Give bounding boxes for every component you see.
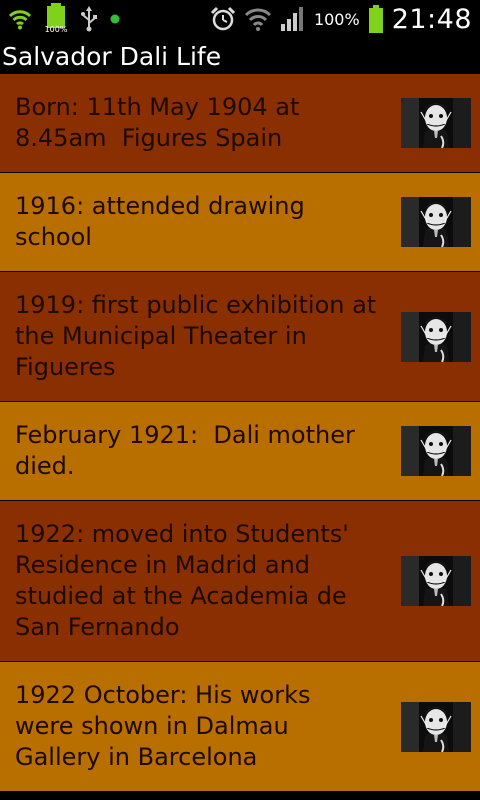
usb-icon: [80, 6, 98, 32]
timeline-item-text: 1922: moved into Students' Residence in …: [15, 520, 349, 641]
wifi-icon: [8, 8, 32, 30]
timeline-list[interactable]: Born: 11th May 1904 at 8.45am Figures Sp…: [0, 74, 480, 800]
timeline-item[interactable]: 1922 October: His works were shown in Da…: [0, 662, 480, 792]
app-title: Salvador Dali Life: [2, 41, 222, 71]
dali-portrait-thumbnail: [401, 311, 471, 362]
app-title-bar: Salvador Dali Life: [0, 38, 480, 74]
clock: 21:48: [391, 3, 472, 35]
timeline-item-text: 1916: attended drawing school: [15, 192, 305, 251]
timeline-item-text: February 1921: Dali mother died.: [15, 421, 355, 480]
dali-portrait-thumbnail: [401, 556, 471, 606]
dali-portrait-thumbnail: [401, 426, 471, 476]
cell-signal-icon: [280, 6, 306, 32]
timeline-item[interactable]: Born: 11th May 1904 at 8.45am Figures Sp…: [0, 74, 480, 173]
dali-portrait-thumbnail: [401, 197, 471, 247]
timeline-item[interactable]: February 1921: Dali mother died.: [0, 402, 480, 501]
battery-icon: [368, 5, 384, 33]
timeline-item-text: Born: 11th May 1904 at 8.45am Figures Sp…: [15, 93, 300, 152]
wifi-signal-icon: [244, 6, 272, 32]
timeline-item[interactable]: 1919: first public exhibition at the Mun…: [0, 272, 480, 402]
timeline-item[interactable]: 1922: moved into Students' Residence in …: [0, 501, 480, 662]
timeline-item-text: 1919: first public exhibition at the Mun…: [15, 291, 377, 381]
battery-charging-icon: 100%: [42, 2, 70, 36]
mini-battery-label: 100%: [44, 25, 68, 34]
dali-portrait-thumbnail: [401, 98, 471, 148]
timeline-item[interactable]: 1916: attended drawing school: [0, 173, 480, 272]
notification-dot-icon: [108, 12, 122, 26]
timeline-item-text: 1922 October: His works were shown in Da…: [15, 681, 311, 771]
status-bar: 100% 100% 21:48: [0, 0, 480, 38]
dali-portrait-thumbnail: [401, 701, 471, 752]
battery-percent: 100%: [313, 9, 360, 29]
alarm-icon: [210, 6, 236, 32]
